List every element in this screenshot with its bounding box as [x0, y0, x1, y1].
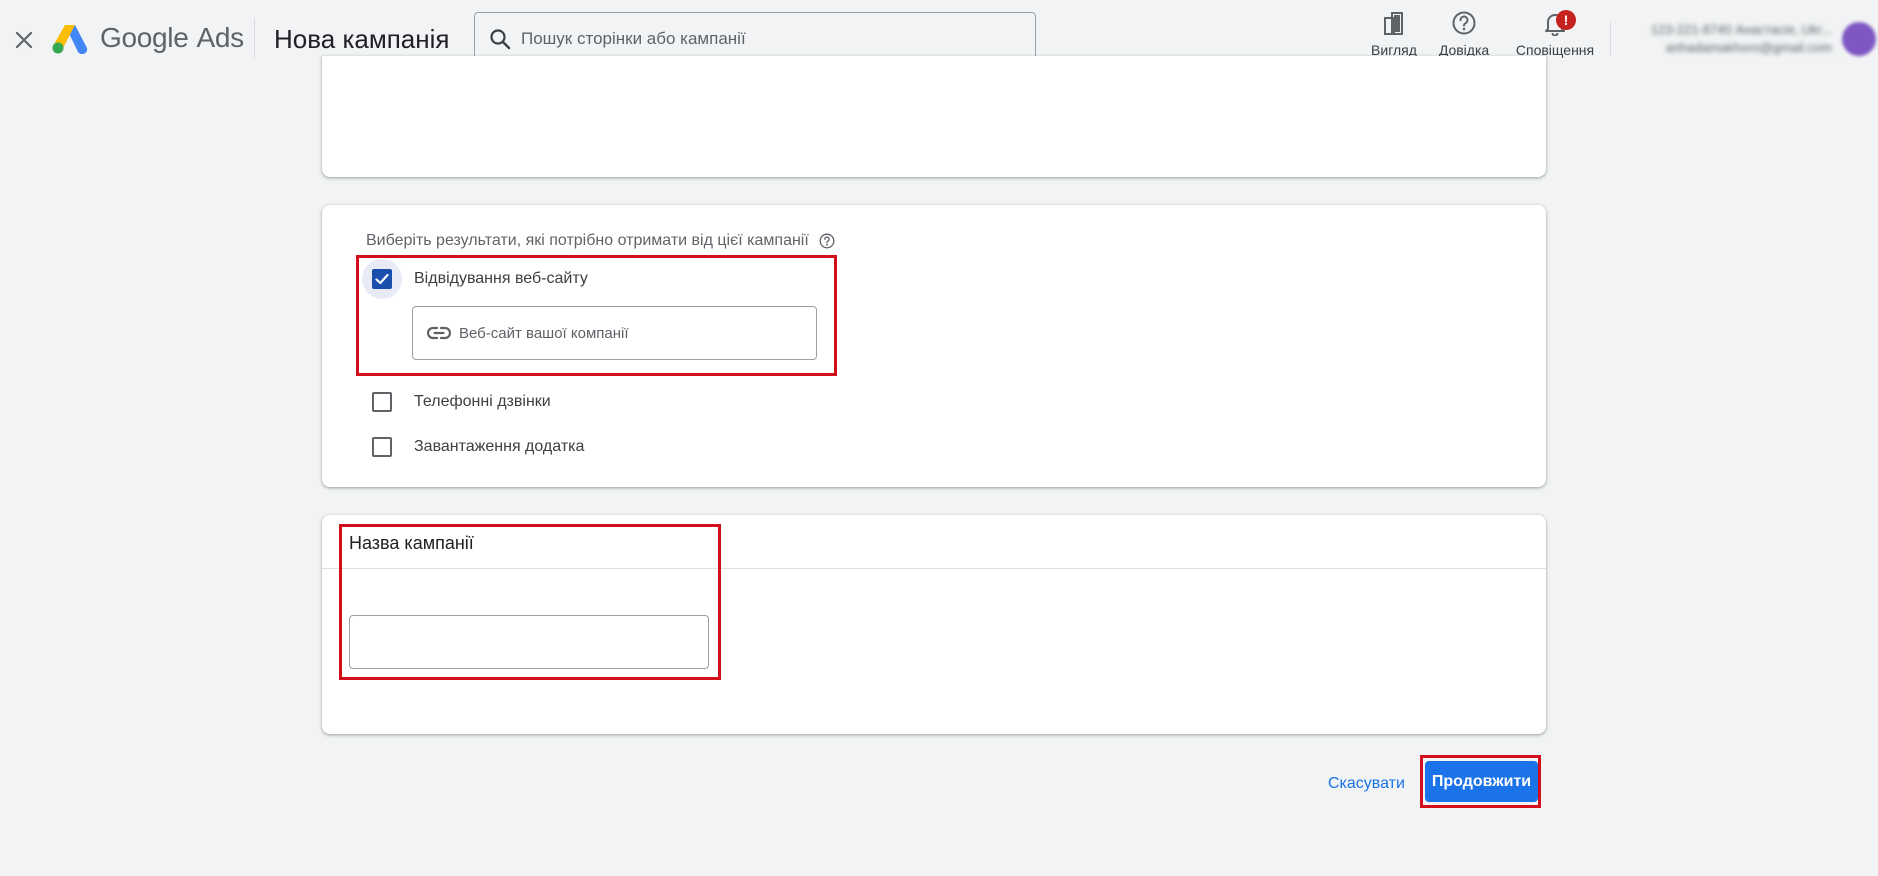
website-visits-label: Відвідування веб-сайту: [414, 270, 588, 287]
website-url-input[interactable]: Веб-сайт вашої компанії: [412, 306, 817, 360]
campaign-name-title: Назва кампанії: [349, 533, 474, 553]
link-icon: [427, 326, 451, 340]
website-visits-option[interactable]: Відвідування веб-сайту: [362, 259, 588, 299]
checkmark-icon: [375, 273, 389, 285]
search-icon: [490, 29, 511, 50]
help-circle-icon[interactable]: [819, 233, 835, 249]
view-icon: [1381, 8, 1407, 38]
results-heading-text: Виберіть результати, які потрібно отрима…: [366, 232, 809, 249]
page-title: Нова кампанія: [274, 24, 450, 54]
header-divider: [254, 18, 255, 58]
phone-calls-label: Телефонні дзвінки: [414, 393, 551, 410]
website-visits-checkbox[interactable]: [372, 269, 392, 289]
phone-calls-checkbox[interactable]: [372, 392, 392, 412]
brand-google: Google: [100, 22, 189, 53]
google-ads-logo-icon: [52, 22, 88, 55]
results-heading: Виберіть результати, які потрібно отрима…: [366, 232, 835, 250]
app-downloads-checkbox[interactable]: [372, 437, 392, 457]
help-icon: [1451, 8, 1477, 38]
search-placeholder: Пошук сторінки або кампанії: [521, 29, 746, 48]
website-url-placeholder: Веб-сайт вашої компанії: [459, 324, 629, 342]
app-downloads-checkbox-ripple: [362, 427, 402, 467]
previous-section-card: [322, 56, 1546, 177]
account-email: anhadamakhoro@gmail.com: [1665, 40, 1832, 55]
brand-ads: Ads: [196, 22, 245, 53]
close-icon[interactable]: [8, 24, 40, 56]
phone-calls-option[interactable]: Телефонні дзвінки: [362, 382, 551, 422]
campaign-name-input[interactable]: [349, 615, 709, 669]
campaign-name-card: Назва кампанії: [322, 515, 1546, 734]
account-id: 123-221-8740 Анастасія, Ukr...: [1650, 22, 1832, 37]
app-downloads-label: Завантаження додатка: [414, 438, 585, 455]
continue-button[interactable]: Продовжити: [1425, 761, 1538, 802]
avatar[interactable]: [1842, 22, 1876, 56]
campaign-name-divider: [322, 568, 1546, 569]
phone-calls-checkbox-ripple: [362, 382, 402, 422]
website-visits-checkbox-ripple: [362, 259, 402, 299]
brand-name: Google Ads: [100, 22, 244, 54]
account-divider: [1610, 22, 1611, 56]
cancel-button[interactable]: Скасувати: [1320, 766, 1413, 802]
app-downloads-option[interactable]: Завантаження додатка: [362, 427, 584, 467]
notification-badge: !: [1556, 10, 1576, 30]
campaign-results-card: Виберіть результати, які потрібно отрима…: [322, 205, 1546, 487]
account-info[interactable]: 123-221-8740 Анастасія, Ukr... anhadamak…: [1626, 20, 1836, 60]
